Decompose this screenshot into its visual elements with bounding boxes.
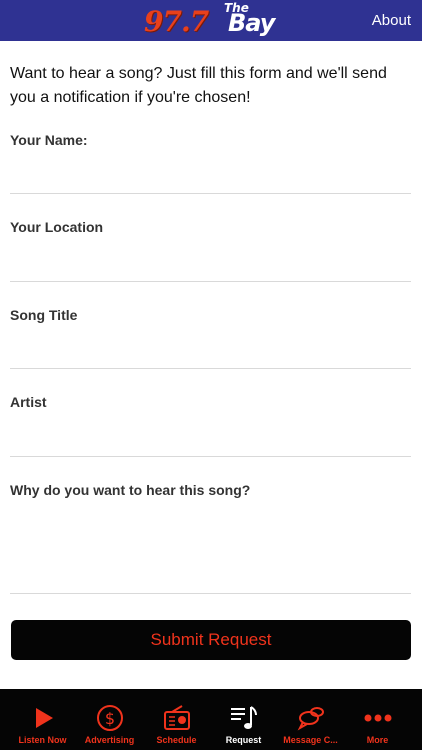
music-list-icon [230,706,257,729]
tab-label: Schedule [156,735,197,745]
tab-label: Request [225,735,262,745]
tab-message-center[interactable]: Message C... [277,689,344,750]
location-label: Your Location [10,219,104,235]
name-label: Your Name: [10,132,88,148]
song-title-field[interactable] [10,338,411,364]
location-field-underline [10,281,411,282]
about-button[interactable]: About [372,12,411,29]
dollar-icon: $ [96,705,123,731]
station-logo: 97.7 The Bay [144,0,290,41]
name-field[interactable] [10,163,411,189]
tab-label: Message C... [283,735,338,745]
tab-schedule[interactable]: Schedule [143,689,210,750]
tab-request[interactable]: Request [210,689,277,750]
bottom-tab-bar: Listen Now $ Advertising Schedule Reques… [0,689,422,750]
tab-label: More [366,735,389,745]
more-dots-icon [364,714,391,722]
reason-field[interactable] [10,508,411,590]
name-field-underline [10,193,411,194]
play-icon [35,708,53,728]
app-header: 97.7 The Bay About [0,0,422,41]
reason-label: Why do you want to hear this song? [10,482,251,498]
tab-label: Advertising [84,735,135,745]
artist-field-underline [10,456,411,457]
reason-field-underline [10,593,411,594]
svg-text:$: $ [104,709,114,728]
song-title-label: Song Title [10,307,78,323]
tab-advertising[interactable]: $ Advertising [76,689,143,750]
artist-field[interactable] [10,426,411,452]
artist-label: Artist [10,394,47,410]
logo-bay: Bay [228,9,275,37]
form-intro: Want to hear a song? Just fill this form… [10,65,387,106]
submit-request-button[interactable]: Submit Request [11,620,411,660]
logo-number: 97.7 [144,5,209,38]
tab-label: Listen Now [18,735,67,745]
song-title-field-underline [10,368,411,369]
tab-listen-now[interactable]: Listen Now [9,689,76,750]
location-field[interactable] [10,251,411,277]
radio-icon [163,705,190,730]
chat-bubbles-icon [297,707,324,731]
tab-more[interactable]: More [344,689,411,750]
